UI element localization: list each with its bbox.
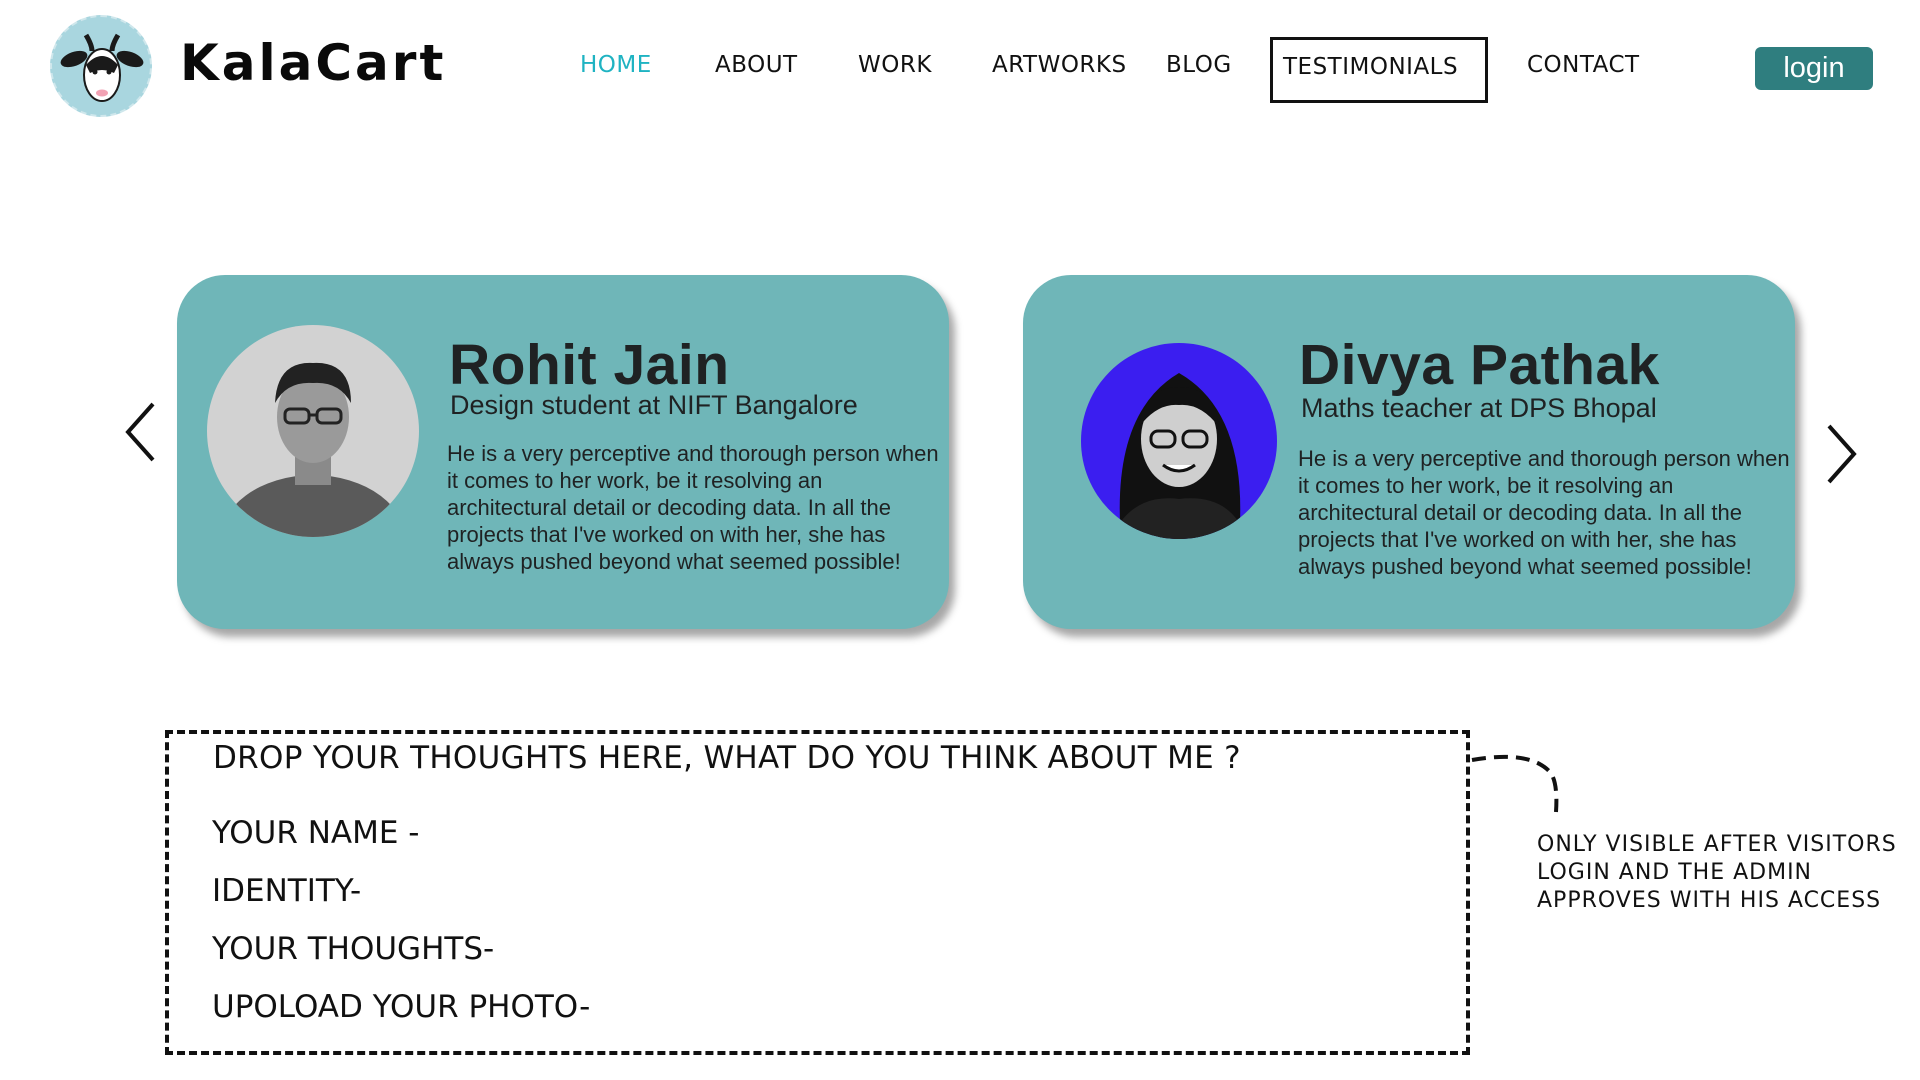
avatar xyxy=(1081,343,1277,539)
nav-artworks[interactable]: ARTWORKS xyxy=(992,52,1127,78)
testimonial-role: Design student at NIFT Bangalore xyxy=(450,390,858,420)
nav-testimonials[interactable]: TESTIMONIALS xyxy=(1270,37,1488,103)
thoughts-field[interactable]: YOUR THOUGHTS- xyxy=(212,931,494,967)
logo[interactable] xyxy=(50,15,152,117)
person-photo xyxy=(1081,343,1277,539)
connector-line xyxy=(1471,754,1559,813)
testimonial-name: Rohit Jain xyxy=(449,333,730,397)
testimonial-quote: He is a very perceptive and thorough per… xyxy=(447,441,939,574)
form-title: DROP YOUR THOUGHTS HERE, WHAT DO YOU THI… xyxy=(213,740,1241,776)
avatar xyxy=(207,325,419,537)
testimonial-quote: He is a very perceptive and thorough per… xyxy=(1298,446,1790,579)
chevron-left-icon[interactable] xyxy=(120,400,160,464)
brand-name[interactable]: KalaCart xyxy=(180,34,446,92)
identity-field[interactable]: IDENTITY- xyxy=(212,873,361,909)
testimonial-role: Maths teacher at DPS Bhopal xyxy=(1301,393,1657,423)
goat-icon xyxy=(60,33,144,102)
nav-about[interactable]: ABOUT xyxy=(715,52,798,78)
upload-photo-field[interactable]: UPOLOAD YOUR PHOTO- xyxy=(212,989,590,1025)
name-field[interactable]: YOUR NAME - xyxy=(212,815,420,851)
visibility-note: ONLY VISIBLE AFTER VISITORS LOGIN AND TH… xyxy=(1537,832,1897,913)
chevron-right-icon[interactable] xyxy=(1822,422,1862,486)
nav-contact[interactable]: CONTACT xyxy=(1527,52,1640,78)
nav-blog[interactable]: BLOG xyxy=(1166,52,1232,78)
testimonial-card: Divya Pathak Maths teacher at DPS Bhopal… xyxy=(1023,275,1795,629)
person-photo xyxy=(207,325,419,537)
login-button[interactable]: login xyxy=(1755,47,1873,90)
nav-work[interactable]: WORK xyxy=(858,52,932,78)
testimonial-name: Divya Pathak xyxy=(1299,333,1660,397)
testimonial-card: Rohit Jain Design student at NIFT Bangal… xyxy=(177,275,949,629)
nav-home[interactable]: HOME xyxy=(580,52,652,78)
